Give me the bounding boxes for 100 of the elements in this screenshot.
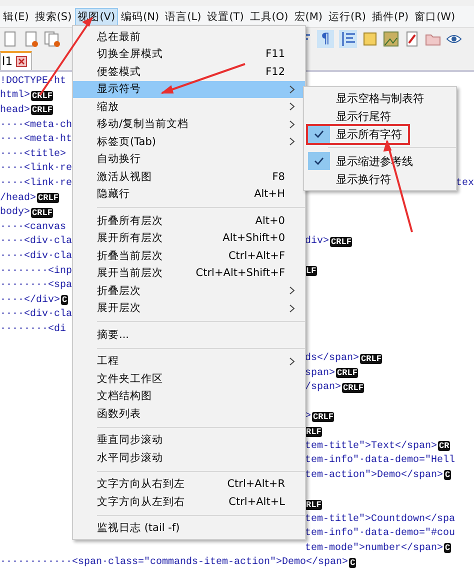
line-end-marker: CRLF [31, 208, 54, 218]
menu-item[interactable]: 标签页(Tab) [73, 133, 305, 150]
code-text: ····<link·re [0, 178, 72, 189]
menu-bar-item[interactable]: 搜索(S) [32, 8, 75, 26]
code-text: /span> [305, 382, 342, 394]
line-end-marker: CRLF [342, 382, 364, 393]
file-tab[interactable]: l1 [0, 51, 32, 70]
pilcrow-button[interactable]: ¶ [317, 30, 334, 48]
code-text: ········<spa [0, 280, 72, 292]
code-text: ····<canvas [0, 222, 66, 233]
documents-icon[interactable] [44, 31, 60, 47]
menu-bar-item[interactable]: 编码(N) [118, 8, 162, 26]
line-end-marker: C [61, 295, 68, 306]
shortcut-text: F8 [272, 170, 285, 183]
shortcut-text: Ctrl+Alt+Shift+F [196, 267, 285, 280]
line-end-marker: RLF [305, 426, 322, 437]
menu-item[interactable]: 自动换行 [73, 150, 305, 168]
code-text: tem-info"·data-demo="Hell [305, 455, 456, 466]
shortcut-text: Ctrl+Alt+L [228, 496, 285, 508]
menu-item[interactable]: 函数列表 [73, 405, 305, 422]
shortcut-text: Ctrl+Alt+F [228, 250, 285, 262]
menu-bar-item[interactable]: 设置(T) [204, 8, 247, 26]
code-text: ····<div·cla [0, 250, 72, 262]
menu-bar-item[interactable]: 工具(O) [246, 8, 292, 26]
menu-item[interactable]: 切换全屏模式 F11 [73, 46, 305, 63]
code-text: tem-action">Demo</span> [305, 470, 444, 481]
menu-item[interactable]: 展开当前层次 Ctrl+Alt+Shift+F [73, 264, 305, 282]
code-text: ············<span·class="commands-item-action">Demo</span> [0, 557, 348, 568]
menu-item[interactable]: 隐藏行 Alt+H [73, 186, 305, 203]
menu-item[interactable]: 工程 [73, 352, 305, 370]
chevron-right-icon [289, 356, 295, 366]
menu-item[interactable]: 显示空格与制表符 [332, 88, 432, 108]
line-end-marker: LF [305, 266, 318, 276]
menu-item[interactable]: 显示换行符 [332, 168, 399, 190]
code-text: tem-info"·data-demo="#cou [305, 528, 456, 540]
code-text: span> [305, 368, 336, 379]
line-end-marker: CRLF [37, 193, 60, 204]
line-end-marker: C [444, 470, 452, 480]
line-end-marker: C [349, 558, 356, 568]
code-text: html> [0, 90, 30, 102]
shortcut-text: Alt+0 [255, 214, 285, 227]
menu-item[interactable]: 折叠当前层次 Ctrl+Alt+F [73, 247, 305, 264]
menu-item[interactable]: 展开层次 [73, 300, 305, 317]
shortcut-text: F11 [266, 48, 285, 60]
code-text: ········<inp [0, 266, 72, 277]
menu-item[interactable]: 垂直同步滚动 [73, 432, 305, 449]
menu-bar-item[interactable]: 运行(R) [326, 8, 370, 26]
code-text: tem-mode">number</span> [305, 542, 444, 554]
menu-bar-item[interactable]: 插件(P) [369, 8, 412, 26]
line-end-marker: CRLF [31, 90, 54, 101]
code-text: body> [0, 207, 30, 218]
menu-item[interactable]: 激活从视图 F8 [73, 168, 305, 186]
menu-item[interactable]: 便签模式 F12 [73, 63, 305, 80]
menu-bar-item[interactable]: 窗口(W) [412, 8, 458, 26]
menu-item[interactable]: 摘要... [73, 326, 305, 344]
menu-item[interactable]: 折叠所有层次 Alt+0 [73, 212, 305, 230]
line-end-marker: CRLF [336, 368, 358, 378]
menu-item[interactable]: 文字方向从左到右 Ctrl+Alt+L [73, 493, 305, 510]
code-text: tem-title">Countdown</spa [305, 514, 456, 525]
code-text: tem-title">Text</span> [305, 440, 438, 452]
code-text: tex [456, 178, 474, 189]
code-text: head> [0, 104, 30, 116]
code-text: ····<title> [0, 148, 66, 160]
picture-icon[interactable] [382, 31, 399, 47]
shortcut-text: Alt+Shift+0 [222, 232, 285, 244]
code-text: ds</span> [305, 353, 360, 364]
code-text: ····<meta·ch [0, 120, 72, 131]
menu-item[interactable]: 显示符号 [73, 80, 305, 98]
indent-guide-icon[interactable] [338, 30, 357, 48]
line-end-marker: CRLF [31, 105, 54, 116]
menu-item[interactable]: 文档结构图 [73, 388, 305, 405]
code-text: ····<div·cla [0, 309, 72, 320]
menu-item[interactable]: 折叠层次 [73, 282, 305, 300]
line-end-marker: C [444, 543, 452, 554]
menu-item[interactable]: 展开所有层次 Alt+Shift+0 [73, 230, 305, 247]
menu-bar-item[interactable]: 语言(L) [162, 8, 204, 26]
line-end-marker: CRLF [360, 354, 382, 364]
line-end-marker: CRLF [312, 412, 334, 422]
menu-bar-item[interactable]: 宏(M) [291, 8, 326, 26]
tab-label: l1 [2, 54, 13, 68]
menu-item[interactable]: 显示行尾符 [332, 106, 399, 126]
menu-item[interactable]: 显示所有字符 [306, 124, 410, 144]
line-end-marker: CRLF [330, 236, 352, 247]
close-icon[interactable] [16, 56, 27, 66]
menu-item[interactable]: 监视日志 (tail -f) [73, 520, 305, 537]
code-text: div> [305, 236, 330, 248]
menu-bar-item[interactable]: 辑(E) [0, 8, 32, 26]
menu-item[interactable]: 文件夹工作区 [73, 370, 305, 388]
code-text: ····<link·re [0, 163, 72, 174]
menu-item[interactable]: 缩放 [73, 98, 305, 116]
code-text: ········<di [0, 324, 66, 335]
menu-item[interactable]: 水平同步滚动 [73, 449, 305, 466]
code-text: ····<meta·ht [0, 134, 72, 146]
shortcut-text: Ctrl+Alt+R [227, 478, 285, 490]
menu-item[interactable]: 文字方向从右到左 Ctrl+Alt+R [73, 476, 305, 493]
menu-item[interactable]: 移动/复制当前文档 [73, 116, 305, 133]
code-text: ····</div> [0, 294, 60, 306]
shortcut-text: Alt+H [254, 188, 285, 200]
shortcut-text: F12 [266, 66, 285, 78]
menu-item[interactable]: 总在最前 [73, 28, 305, 46]
